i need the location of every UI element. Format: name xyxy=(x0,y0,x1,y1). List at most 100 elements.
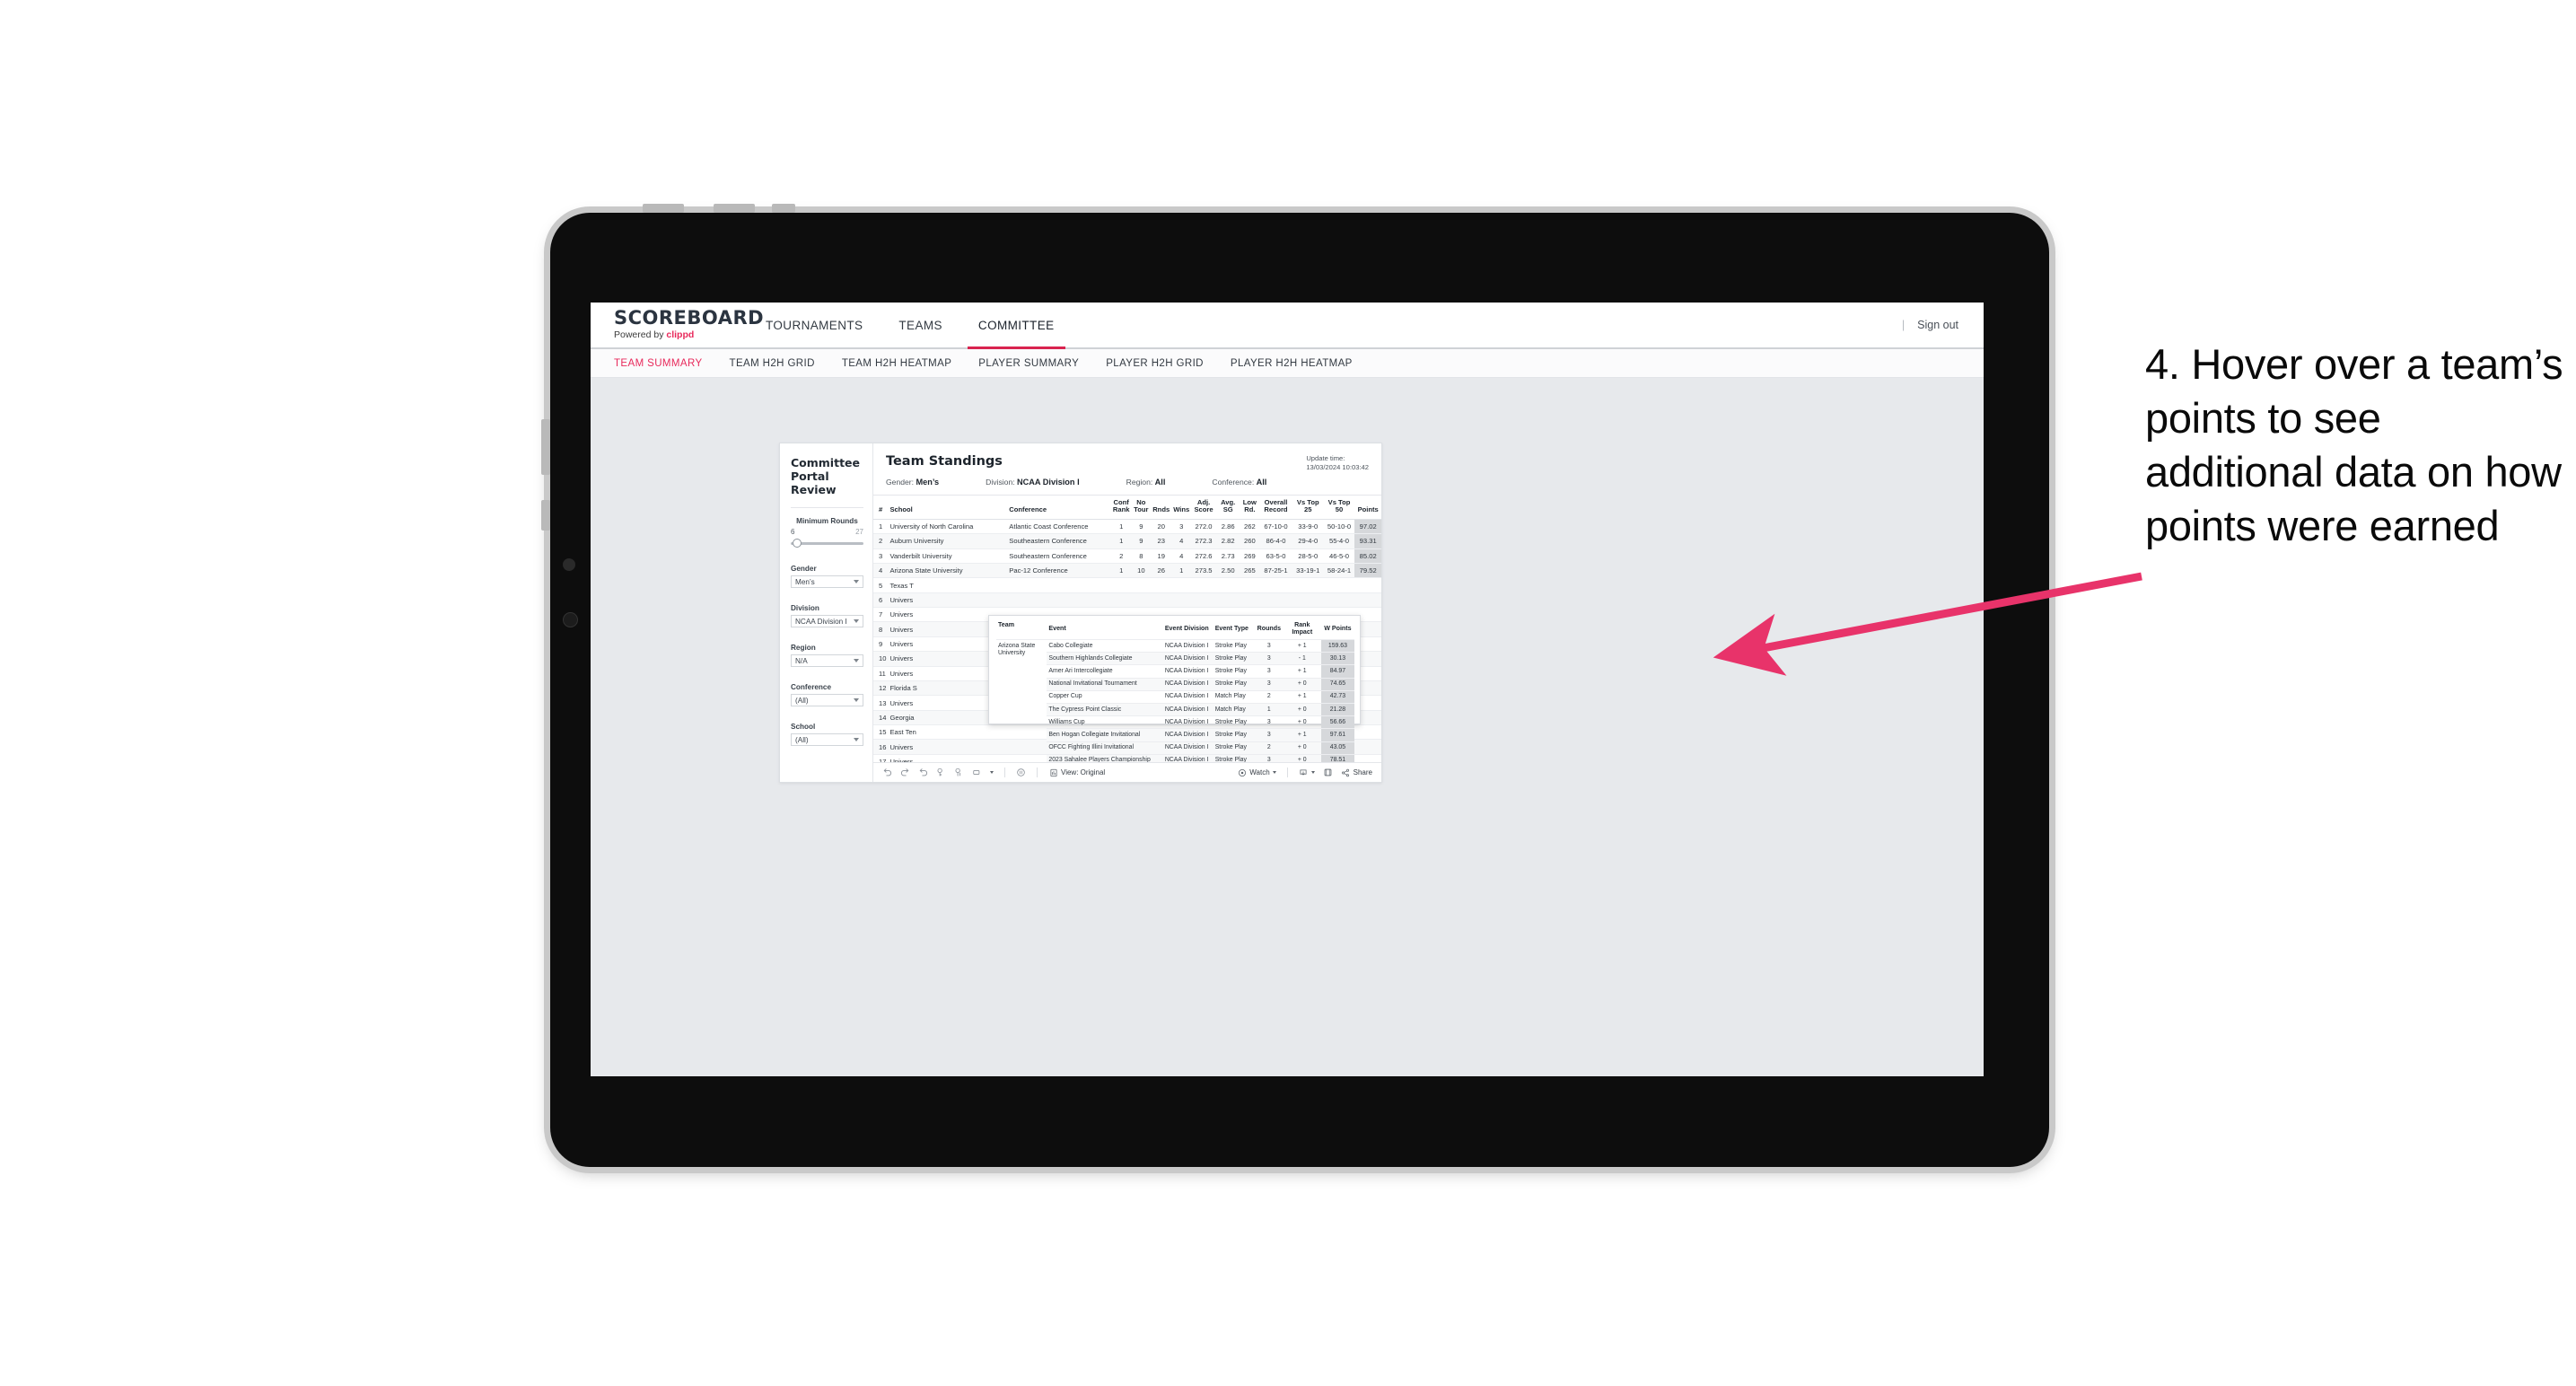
tooltip-w-points-cell: 42.73 xyxy=(1320,689,1354,704)
division-select[interactable]: NCAA Division I xyxy=(791,615,863,627)
tooltip-event-cell: Amer Ari Intercollegiate xyxy=(1047,664,1163,679)
tab-player-h2h-heatmap[interactable]: PLAYER H2H HEATMAP xyxy=(1231,358,1353,369)
pause-autoupdate-icon[interactable] xyxy=(1016,768,1026,777)
slider-knob[interactable] xyxy=(793,539,802,548)
rank-cell: 4 xyxy=(873,563,889,579)
signout-link[interactable]: Sign out xyxy=(1917,319,1958,331)
col-rnds[interactable]: Rnds xyxy=(1151,496,1172,520)
col-vs-top-50[interactable]: Vs Top 50 xyxy=(1323,496,1355,520)
points-cell[interactable]: 97.02 xyxy=(1354,519,1381,535)
portal-divider xyxy=(791,507,863,508)
vs-top-25-cell: 33-19-1 xyxy=(1292,563,1324,579)
view-icon xyxy=(1048,768,1058,777)
school-cell: Univers xyxy=(888,739,1008,755)
tooltip-event-cell: National Invitational Tournament xyxy=(1047,677,1163,691)
standings-head: # School Conference Conf Rank No Tour Rn… xyxy=(873,496,1381,520)
rnds-cell: 26 xyxy=(1151,563,1172,579)
gender-select[interactable]: Men’s xyxy=(791,575,863,588)
points-cell[interactable] xyxy=(1354,754,1381,762)
download-button[interactable] xyxy=(1299,768,1315,777)
table-row[interactable]: 6 Univers xyxy=(873,592,1381,609)
fullscreen-icon[interactable] xyxy=(1323,768,1333,777)
tab-player-h2h-grid[interactable]: PLAYER H2H GRID xyxy=(1106,358,1204,369)
conference-cell: Pac-12 Conference xyxy=(1007,563,1111,579)
main-pane: Team Standings Update time: 13/03/2024 1… xyxy=(873,443,1381,782)
tooltip-event-cell: Williams Cup xyxy=(1047,715,1163,729)
tooltip-col-event: Event xyxy=(1048,625,1066,632)
points-cell[interactable]: 79.52 xyxy=(1354,563,1381,579)
tab-player-summary[interactable]: PLAYER SUMMARY xyxy=(978,358,1079,369)
col-conf-rank[interactable]: Conf Rank xyxy=(1110,496,1132,520)
undo-icon[interactable] xyxy=(882,768,892,777)
tooltip-row: Amer Ari Intercollegiate NCAA Division IS… xyxy=(996,664,1354,679)
points-cell[interactable] xyxy=(1354,577,1381,593)
tooltip-rounds-cell: 3 xyxy=(1255,638,1284,653)
points-cell[interactable]: 93.31 xyxy=(1354,533,1381,549)
tooltip-col-rank-impact: Rank Impact xyxy=(1292,621,1313,636)
col-conference[interactable]: Conference xyxy=(1007,496,1111,520)
col-low-rd[interactable]: Low Rd. xyxy=(1240,496,1260,520)
rank-cell: 7 xyxy=(873,607,889,623)
watch-button[interactable]: Watch xyxy=(1237,768,1276,777)
points-cell[interactable]: 85.02 xyxy=(1354,548,1381,564)
col-school[interactable]: School xyxy=(888,496,1008,520)
tooltip-rounds-cell: 3 xyxy=(1255,715,1284,729)
revert-icon[interactable] xyxy=(918,768,928,777)
tooltip-table: Team Event Event Division Event Type Rou… xyxy=(996,619,1354,762)
tooltip-type-cell: Match Play xyxy=(1213,702,1256,716)
points-cell[interactable] xyxy=(1354,592,1381,609)
col-no-tour[interactable]: No Tour xyxy=(1131,496,1152,520)
tooltip-rank-impact-cell: + 0 xyxy=(1283,677,1321,691)
brand-logo[interactable]: SCOREBOARD Powered by clippd xyxy=(591,303,765,347)
brand-title: SCOREBOARD xyxy=(614,307,765,329)
nav-item-teams[interactable]: TEAMS xyxy=(881,303,960,347)
school-label: School xyxy=(791,723,816,731)
gender-value: Men’s xyxy=(795,577,815,586)
chevron-down-icon[interactable] xyxy=(990,771,994,774)
share-button[interactable]: Share xyxy=(1341,768,1372,777)
nav-item-tournaments[interactable]: TOURNAMENTS xyxy=(748,303,881,347)
minimum-rounds-slider[interactable] xyxy=(791,538,863,548)
overall-record-cell: 67-10-0 xyxy=(1259,519,1292,535)
redo-icon[interactable] xyxy=(900,768,910,777)
minimum-rounds-label: Minimum Rounds xyxy=(796,517,858,525)
col-vs-top-25[interactable]: Vs Top 25 xyxy=(1292,496,1324,520)
points-cell[interactable] xyxy=(1354,724,1381,741)
nav-item-committee[interactable]: COMMITTEE xyxy=(960,303,1073,349)
col-rank[interactable]: # xyxy=(873,496,889,520)
col-wins[interactable]: Wins xyxy=(1171,496,1192,520)
app-body: Committee Portal Review Minimum Rounds 6… xyxy=(591,378,1984,1076)
rnds-cell: 19 xyxy=(1151,548,1172,564)
rank-cell: 12 xyxy=(873,680,889,697)
refresh-icon[interactable] xyxy=(936,768,946,777)
table-row[interactable]: 3 Vanderbilt University Southeastern Confe… xyxy=(873,548,1381,564)
device-preview-icon[interactable] xyxy=(972,768,982,777)
view-original-button[interactable]: View: Original xyxy=(1048,768,1105,777)
app-screen: SCOREBOARD Powered by clippd TOURNAMENTS… xyxy=(591,303,1984,1076)
col-adj-score[interactable]: Adj. Score xyxy=(1191,496,1216,520)
points-cell[interactable] xyxy=(1354,739,1381,755)
school-select[interactable]: (All) xyxy=(791,733,863,746)
tab-team-h2h-grid[interactable]: TEAM H2H GRID xyxy=(730,358,815,369)
tooltip-row: Ben Hogan Collegiate Invitational NCAA Di… xyxy=(996,728,1354,741)
col-avg-l2: SG xyxy=(1222,505,1233,514)
region-select[interactable]: N/A xyxy=(791,654,863,667)
points-hover-tooltip: Team Event Event Division Event Type Rou… xyxy=(988,615,1361,762)
table-row[interactable]: 5 Texas T xyxy=(873,577,1381,593)
tab-team-summary[interactable]: TEAM SUMMARY xyxy=(614,358,703,369)
conference-cell: Southeastern Conference xyxy=(1007,548,1111,564)
pause-icon[interactable] xyxy=(954,768,964,777)
table-row[interactable]: 4 Arizona State University Pac-12 Conferen… xyxy=(873,563,1381,579)
tab-team-h2h-heatmap[interactable]: TEAM H2H HEATMAP xyxy=(842,358,951,369)
col-vs25-l2: 25 xyxy=(1304,505,1312,514)
toolbar-right-group: Watch Share xyxy=(1237,768,1372,777)
tooltip-rounds-cell: 3 xyxy=(1255,652,1284,665)
table-row[interactable]: 2 Auburn University Southeastern Conferenc… xyxy=(873,533,1381,549)
table-row[interactable]: 1 University of North Carolina Atlantic Co… xyxy=(873,519,1381,535)
tooltip-type-cell: Stroke Play xyxy=(1213,664,1256,679)
col-overall[interactable]: Overall Record xyxy=(1259,496,1292,520)
col-avg-sg[interactable]: Avg. SG xyxy=(1215,496,1240,520)
download-icon xyxy=(1299,768,1309,777)
col-points[interactable]: Points xyxy=(1354,496,1381,520)
conference-select[interactable]: (All) xyxy=(791,694,863,706)
